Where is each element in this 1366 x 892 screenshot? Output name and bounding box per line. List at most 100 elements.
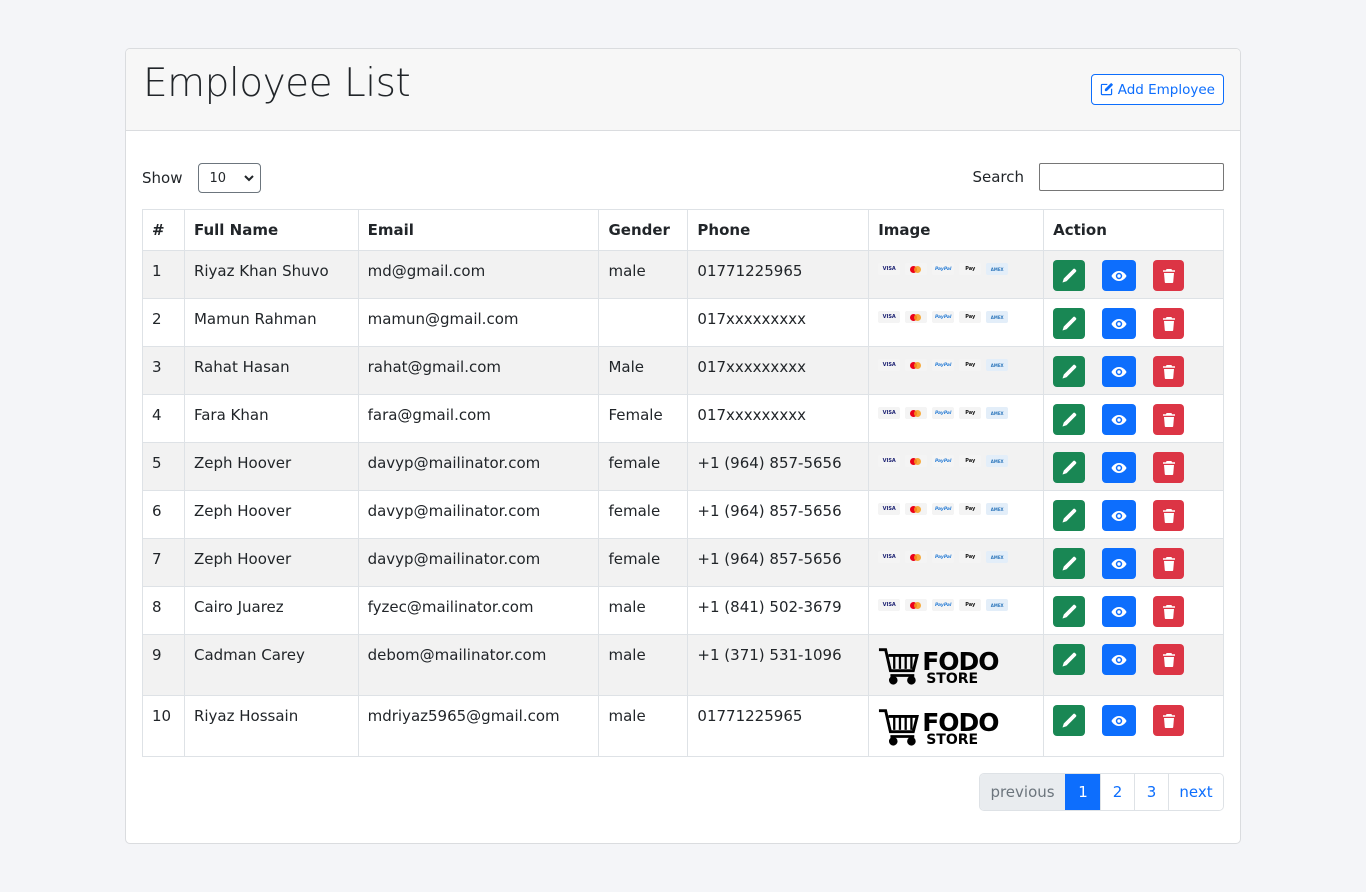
email-cell: davyp@mailinator.com xyxy=(357,442,600,491)
column-header-gender[interactable]: Gender xyxy=(598,209,689,251)
amex-card-icon: AMEX xyxy=(986,551,1009,563)
delete-button[interactable] xyxy=(1153,356,1185,387)
image-cell: VISA PayPal Pay AMEX xyxy=(868,346,1045,395)
delete-button[interactable] xyxy=(1153,452,1185,483)
edit-button[interactable] xyxy=(1053,644,1086,675)
payment-cards-image: VISA PayPal Pay AMEX xyxy=(878,599,1035,611)
edit-button[interactable] xyxy=(1053,404,1086,435)
gender-cell: female xyxy=(598,442,689,491)
shopping-cart-icon xyxy=(878,706,920,750)
edit-button[interactable] xyxy=(1053,452,1086,483)
pencil-icon xyxy=(1061,652,1077,668)
view-button[interactable] xyxy=(1102,548,1137,579)
delete-button[interactable] xyxy=(1153,308,1185,339)
pencil-icon xyxy=(1061,713,1077,729)
table-row: 2 Mamun Rahman mamun@gmail.com 017xxxxxxxxx… xyxy=(142,298,1224,347)
table-row: 4 Fara Khan fara@gmail.com Female 017xxxxxxx… xyxy=(142,394,1224,443)
paypal-icon: PayPal xyxy=(932,455,955,467)
action-cell xyxy=(1043,442,1224,491)
image-cell: VISA PayPal Pay AMEX xyxy=(868,586,1045,635)
pagination-next[interactable]: next xyxy=(1168,774,1223,810)
column-header-phone[interactable]: Phone xyxy=(687,209,870,251)
paypal-icon: PayPal xyxy=(932,407,955,419)
view-button[interactable] xyxy=(1102,644,1137,675)
payment-cards-image: VISA PayPal Pay AMEX xyxy=(878,455,1035,467)
view-button[interactable] xyxy=(1102,500,1137,531)
amex-card-icon: AMEX xyxy=(986,263,1009,275)
action-cell xyxy=(1043,394,1224,443)
mastercard-icon xyxy=(905,503,928,515)
pencil-icon xyxy=(1061,412,1077,428)
edit-button[interactable] xyxy=(1053,705,1086,736)
phone-cell: +1 (964) 857-5656 xyxy=(687,442,870,491)
column-header-action[interactable]: Action xyxy=(1043,209,1224,251)
trash-icon xyxy=(1161,460,1177,476)
full-name-cell: Rahat Hasan xyxy=(183,346,359,395)
edit-button[interactable] xyxy=(1053,308,1086,339)
pencil-square-icon xyxy=(1100,83,1113,96)
visa-card-icon: VISA xyxy=(878,263,901,275)
view-button[interactable] xyxy=(1102,308,1137,339)
gender-cell xyxy=(598,298,689,347)
view-button[interactable] xyxy=(1102,596,1137,627)
show-label: Show xyxy=(142,169,183,187)
view-button[interactable] xyxy=(1102,260,1137,291)
add-employee-button[interactable]: Add Employee xyxy=(1090,74,1224,105)
gender-cell: Male xyxy=(598,346,689,395)
action-cell xyxy=(1043,634,1224,696)
edit-button[interactable] xyxy=(1053,596,1086,627)
shopping-cart-icon xyxy=(878,645,920,689)
edit-button[interactable] xyxy=(1053,500,1086,531)
page-size-value: 10 xyxy=(209,170,227,186)
amex-card-icon: AMEX xyxy=(986,311,1009,323)
pagination-page-2[interactable]: 2 xyxy=(1100,774,1134,810)
mastercard-icon xyxy=(905,359,928,371)
email-cell: mdriyaz5965@gmail.com xyxy=(357,695,600,757)
image-cell: VISA PayPal Pay AMEX xyxy=(868,538,1045,587)
trash-icon xyxy=(1161,508,1177,524)
view-button[interactable] xyxy=(1102,356,1137,387)
edit-button[interactable] xyxy=(1053,260,1086,291)
delete-button[interactable] xyxy=(1153,500,1185,531)
gender-cell: male xyxy=(598,634,689,696)
visa-card-icon: VISA xyxy=(878,311,901,323)
phone-cell: +1 (371) 531-1096 xyxy=(687,634,870,696)
delete-button[interactable] xyxy=(1153,705,1185,736)
pagination-page-3[interactable]: 3 xyxy=(1134,774,1168,810)
image-cell: FODO STORE xyxy=(868,695,1045,757)
column-header-number[interactable]: # xyxy=(142,209,185,251)
row-number: 5 xyxy=(142,442,185,491)
delete-button[interactable] xyxy=(1153,404,1185,435)
pagination-page-1[interactable]: 1 xyxy=(1065,774,1100,810)
table-controls: Show 10 Search xyxy=(142,163,1224,193)
row-number: 4 xyxy=(142,394,185,443)
delete-button[interactable] xyxy=(1153,548,1185,579)
search-input[interactable] xyxy=(1039,163,1224,191)
view-button[interactable] xyxy=(1102,404,1137,435)
page-size-select[interactable]: 10 xyxy=(198,163,262,193)
delete-button[interactable] xyxy=(1153,596,1185,627)
edit-button[interactable] xyxy=(1053,356,1086,387)
table-row: 6 Zeph Hoover davyp@mailinator.com female +1… xyxy=(142,490,1224,539)
delete-button[interactable] xyxy=(1153,260,1185,291)
table-body: 1 Riyaz Khan Shuvo md@gmail.com male 0177122… xyxy=(142,250,1224,757)
image-cell: VISA PayPal Pay AMEX xyxy=(868,490,1045,539)
visa-card-icon: VISA xyxy=(878,551,901,563)
amex-card-icon: AMEX xyxy=(986,503,1009,515)
view-button[interactable] xyxy=(1102,705,1137,736)
employee-table: # Full Name Email Gender Phone Image Act… xyxy=(142,209,1224,757)
pagination-previous[interactable]: previous xyxy=(980,774,1065,810)
amex-card-icon: AMEX xyxy=(986,599,1009,611)
row-number: 7 xyxy=(142,538,185,587)
delete-button[interactable] xyxy=(1153,644,1185,675)
phone-cell: 017xxxxxxxxx xyxy=(687,394,870,443)
apple-pay-icon: Pay xyxy=(959,599,982,611)
view-button[interactable] xyxy=(1102,452,1137,483)
column-header-email[interactable]: Email xyxy=(357,209,600,251)
edit-button[interactable] xyxy=(1053,548,1086,579)
action-cell xyxy=(1043,346,1224,395)
row-number: 10 xyxy=(142,695,185,757)
column-header-full-name[interactable]: Full Name xyxy=(183,209,359,251)
payment-cards-image: VISA PayPal Pay AMEX xyxy=(878,503,1035,515)
column-header-image[interactable]: Image xyxy=(868,209,1045,251)
